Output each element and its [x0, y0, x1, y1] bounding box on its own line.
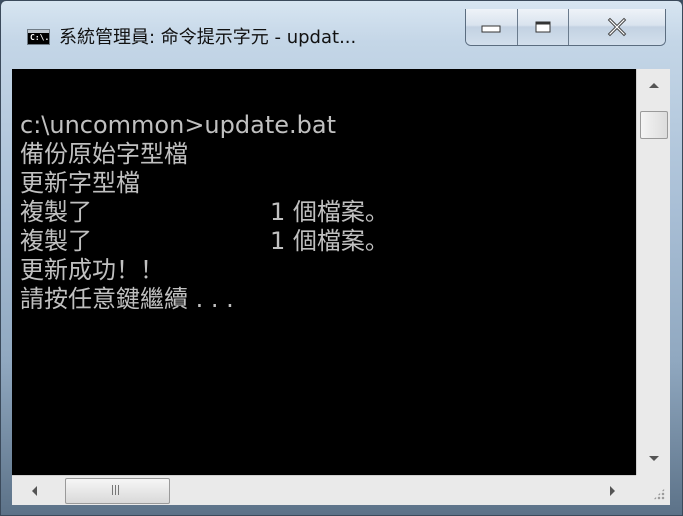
console-text: c:\uncommon>update.bat 備份原始字型檔 更新字型檔 複製了 1 個… — [20, 111, 389, 314]
horizontal-scroll-thumb[interactable] — [65, 478, 170, 504]
scroll-down-button[interactable] — [637, 443, 670, 475]
arrow-left-icon — [32, 486, 37, 496]
console-line-result: 1 個檔案。 — [270, 198, 389, 226]
arrow-down-icon — [649, 456, 659, 461]
console-line: c:\uncommon>update.bat — [20, 111, 336, 140]
console-line-text: 請按任意鍵繼續 . . . — [20, 285, 234, 313]
maximize-icon — [535, 21, 551, 33]
console-line-text: 更新成功！！ — [20, 256, 164, 284]
console-line-result: 1 個檔案。 — [270, 227, 389, 255]
console-line: 備份原始字型檔 — [20, 140, 336, 169]
console-line-text: 複製了 — [20, 198, 92, 226]
resize-grip-icon — [653, 488, 665, 500]
console-line-text: 複製了 — [20, 227, 92, 255]
resize-grip[interactable] — [636, 475, 670, 505]
command-prompt-icon[interactable]: C:\. — [27, 29, 50, 45]
vertical-scrollbar[interactable] — [636, 69, 670, 475]
scroll-right-button[interactable] — [598, 476, 628, 505]
scroll-up-button[interactable] — [637, 69, 670, 101]
console-line: 更新字型檔 — [20, 169, 336, 198]
icon-label: C:\. — [30, 33, 50, 42]
console-output-area[interactable]: c:\uncommon>update.bat 備份原始字型檔 更新字型檔 複製了 1 個… — [12, 69, 636, 475]
horizontal-scrollbar[interactable] — [12, 475, 636, 505]
window-title: 系統管理員: 命令提示字元 - updat... — [59, 27, 357, 48]
console-line: 請按任意鍵繼續 . . . — [20, 285, 336, 314]
vertical-scroll-thumb[interactable] — [640, 111, 668, 139]
console-line-text: 更新字型檔 — [20, 169, 140, 197]
console-window: C:\. 系統管理員: 命令提示字元 - updat... c:\uncommo… — [0, 0, 683, 516]
arrow-up-icon — [649, 83, 659, 88]
minimize-icon — [481, 25, 501, 33]
console-line: 複製了 1 個檔案。 — [20, 198, 389, 227]
minimize-button[interactable] — [466, 9, 517, 45]
caption-buttons — [465, 9, 666, 46]
maximize-button[interactable] — [516, 9, 569, 45]
close-button[interactable] — [568, 9, 665, 45]
scroll-left-button[interactable] — [22, 476, 52, 505]
grip-icon — [112, 485, 121, 495]
console-line: 複製了 1 個檔案。 — [20, 227, 389, 256]
console-line-text: c:\uncommon>update.bat — [20, 111, 336, 139]
console-line-text: 備份原始字型檔 — [20, 140, 188, 168]
console-line: 更新成功！！ — [20, 256, 336, 285]
close-icon — [607, 17, 627, 37]
title-bar[interactable]: C:\. 系統管理員: 命令提示字元 - updat... — [1, 1, 682, 65]
arrow-right-icon — [610, 486, 615, 496]
